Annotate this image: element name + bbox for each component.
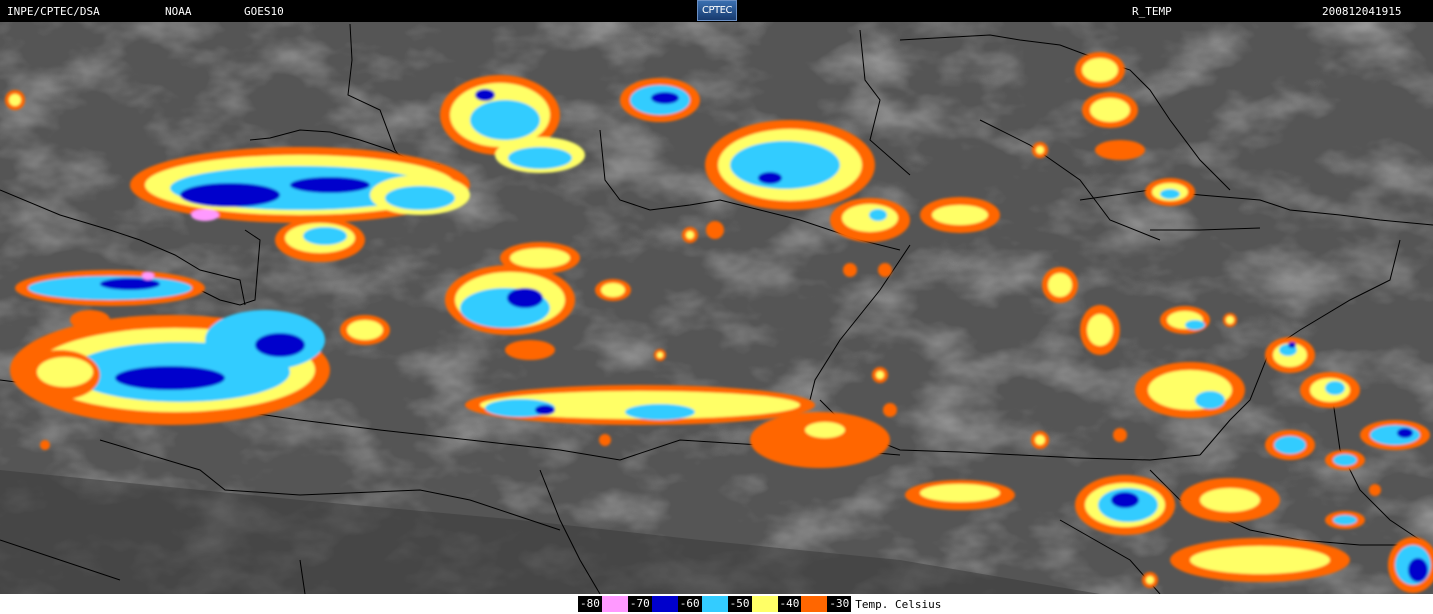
product-label: R_TEMP (1132, 5, 1172, 18)
legend-swatch-40 (801, 596, 828, 612)
legend-label-60: -60 (677, 596, 702, 612)
cptec-logo: CPTEC (697, 0, 737, 21)
temperature-legend: -80 -70 -60 -50 -40 -30 Temp. Celsius (578, 596, 941, 612)
satellite-map (0, 22, 1433, 594)
legend-swatch-80 (601, 596, 628, 612)
legend-unit: Temp. Celsius (855, 597, 942, 611)
legend-label-50: -50 (727, 596, 752, 612)
agency-label: NOAA (165, 5, 192, 18)
infrared-image (0, 22, 1433, 594)
legend-swatch-70 (651, 596, 678, 612)
legend-swatch-50 (751, 596, 778, 612)
source-label: INPE/CPTEC/DSA (7, 5, 100, 18)
legend-swatch-60 (701, 596, 728, 612)
legend-label-40: -40 (777, 596, 802, 612)
timestamp-label: 200812041915 (1322, 5, 1402, 18)
header-bar: INPE/CPTEC/DSA NOAA GOES10 CPTEC R_TEMP … (0, 0, 1433, 22)
legend-bar: -80 -70 -60 -50 -40 -30 Temp. Celsius (0, 594, 1433, 614)
satellite-label: GOES10 (244, 5, 284, 18)
legend-label-70: -70 (627, 596, 652, 612)
legend-label-80: -80 (578, 596, 602, 612)
legend-label-30: -30 (827, 596, 852, 612)
